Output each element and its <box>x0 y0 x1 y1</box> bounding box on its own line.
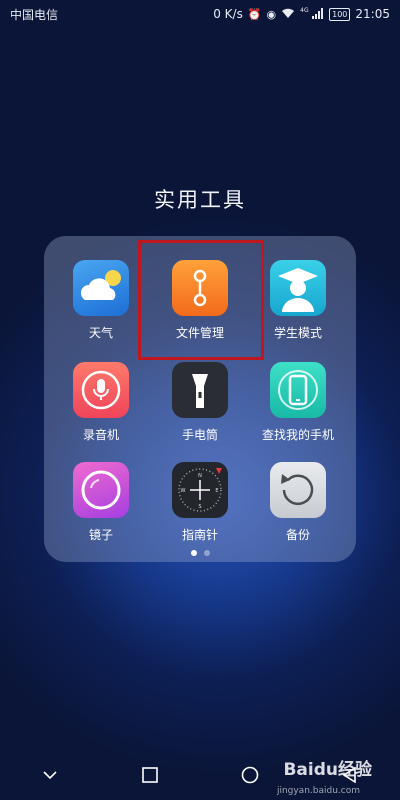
recents-icon[interactable] <box>130 755 170 795</box>
app-flashlight[interactable]: 手电筒 <box>150 362 250 443</box>
app-compass[interactable]: N S E W 指南针 <box>150 462 250 543</box>
wifi-icon <box>281 8 295 21</box>
folder-title[interactable]: 实用工具 <box>0 184 400 214</box>
page-indicator <box>0 550 400 556</box>
svg-text:N: N <box>198 473 202 479</box>
net-speed: 0 K/s <box>213 7 243 21</box>
baidu-watermark: Baidu经验 <box>283 760 372 780</box>
recorder-icon <box>73 362 129 418</box>
app-label: 录音机 <box>82 428 119 442</box>
app-label: 备份 <box>285 528 310 542</box>
find-my-phone-icon <box>270 362 326 418</box>
status-bar: 中国电信 0 K/s ⏰ ◉ 4G 100 21:05 <box>0 0 400 28</box>
flashlight-icon <box>172 362 228 418</box>
clock: 21:05 <box>355 7 390 21</box>
network-type: 4G <box>300 6 309 14</box>
app-label: 查找我的手机 <box>261 428 334 442</box>
svg-text:S: S <box>198 504 201 510</box>
highlight-box <box>138 240 264 360</box>
cellular-signal-icon: 4G <box>300 6 324 21</box>
mirror-icon <box>73 462 129 518</box>
app-find-my-phone[interactable]: 查找我的手机 <box>248 362 348 443</box>
app-recorder[interactable]: 录音机 <box>51 362 151 443</box>
app-weather[interactable]: 天气 <box>51 260 151 341</box>
svg-text:E: E <box>215 488 218 494</box>
app-label: 手电筒 <box>181 428 218 442</box>
backup-icon <box>270 462 326 518</box>
alarm-icon: ⏰ <box>247 7 262 21</box>
watermark-url: jingyan.baidu.com <box>276 786 360 796</box>
status-icons: 0 K/s ⏰ ◉ 4G 100 21:05 <box>213 7 390 21</box>
battery-icon: 100 <box>329 7 351 21</box>
home-icon[interactable] <box>230 755 270 795</box>
page-dot <box>203 550 210 556</box>
app-backup[interactable]: 备份 <box>248 462 348 543</box>
compass-icon: N S E W <box>172 462 228 518</box>
app-label: 指南针 <box>181 528 218 542</box>
student-mode-icon <box>270 260 326 316</box>
weather-icon <box>73 260 129 316</box>
svg-text:W: W <box>181 488 186 494</box>
app-mirror[interactable]: 镜子 <box>51 462 151 543</box>
collapse-icon[interactable] <box>30 755 70 795</box>
carrier-label: 中国电信 <box>10 7 59 22</box>
page-dot-active <box>190 550 197 556</box>
app-label: 天气 <box>88 326 113 340</box>
app-label: 镜子 <box>88 528 113 542</box>
eye-comfort-icon: ◉ <box>266 7 277 21</box>
